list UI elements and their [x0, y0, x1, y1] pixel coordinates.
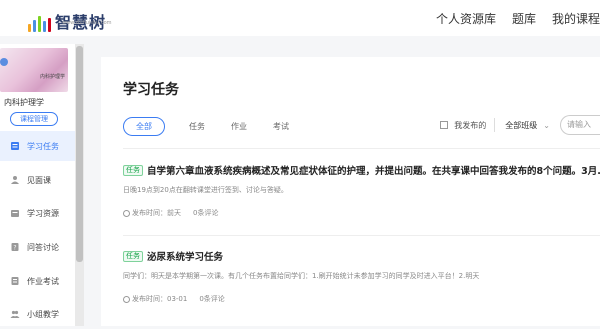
filter-tabs: 全部 任务 作业 考试: [123, 117, 315, 136]
page-title: 学习任务: [123, 82, 179, 98]
search-input[interactable]: 请输入: [560, 115, 600, 135]
tab-exam[interactable]: 考试: [273, 121, 289, 132]
logo-url: www.zhihuishu.com: [62, 20, 112, 26]
sidebar-scroll-thumb[interactable]: [76, 46, 83, 262]
course-name: 内科护理学: [4, 98, 44, 107]
tab-task[interactable]: 任务: [189, 121, 205, 132]
task-title[interactable]: 自学第六章血液系统疾病概述及常见症状体征的护理，并提出问题。在共享课中回答我发布…: [147, 163, 600, 177]
divider: [494, 118, 496, 132]
task-badge: 任务: [123, 164, 143, 176]
sidebar-item-label: 作业考试: [27, 276, 59, 286]
task-item[interactable]: 任务 泌尿系统学习任务 同学们：明天是本学期第一次课。有几个任务布置给同学们：1…: [123, 249, 600, 319]
clock-icon: [123, 295, 130, 303]
top-nav: 个人资源库 题库 我的课程: [420, 0, 600, 36]
logo-bars-icon: [28, 14, 51, 32]
clock-icon: [123, 209, 130, 217]
tab-all[interactable]: 全部: [123, 117, 165, 136]
sidebar-item-group[interactable]: 小组教学: [0, 299, 75, 329]
task-meta: 发布时间：03-01 0条评论: [123, 294, 225, 304]
folder-icon: [10, 208, 20, 218]
nav-question-bank[interactable]: 题库: [512, 10, 536, 27]
task-desc: 同学们：明天是本学期第一次课。有几个任务布置给同学们：1.刷开始统计未参加学习的…: [123, 272, 480, 280]
sidebar-item-label: 学习资源: [27, 208, 59, 218]
task-title-row: 任务 泌尿系统学习任务: [123, 249, 600, 263]
sidebar-item-discussion[interactable]: ? 问答讨论: [0, 232, 75, 262]
sidebar-item-resources[interactable]: 学习资源: [0, 198, 75, 228]
class-select[interactable]: 全部班级: [505, 120, 537, 131]
nav-my-courses[interactable]: 我的课程: [552, 10, 600, 27]
logo[interactable]: 智慧树: [28, 6, 106, 32]
sidebar-item-label: 学习任务: [27, 141, 59, 151]
divider: [123, 235, 600, 236]
task-published: 发布时间：前天: [132, 209, 181, 217]
task-badge: 任务: [123, 250, 143, 262]
sidebar-item-label: 小组教学: [27, 309, 59, 319]
task-desc: 日晚19点到20点在翻转课堂进行签到、讨论与答疑。: [123, 186, 288, 194]
task-meta: 发布时间：前天 0条评论: [123, 208, 218, 218]
task-comments[interactable]: 0条评论: [199, 294, 224, 304]
sidebar-item-exam[interactable]: 作业考试: [0, 266, 75, 296]
course-manage-button[interactable]: 课程管理: [10, 112, 58, 126]
task-published: 发布时间：03-01: [132, 295, 188, 303]
task-title[interactable]: 泌尿系统学习任务: [147, 249, 223, 263]
task-item[interactable]: 任务 自学第六章血液系统疾病概述及常见症状体征的护理，并提出问题。在共享课中回答…: [123, 163, 600, 233]
tab-homework[interactable]: 作业: [231, 121, 247, 132]
svg-text:?: ?: [13, 245, 16, 252]
my-published-label[interactable]: 我发布的: [454, 120, 486, 131]
top-bar: 智慧树 www.zhihuishu.com 个人资源库 题库 我的课程: [0, 0, 600, 36]
task-comments[interactable]: 0条评论: [193, 208, 218, 218]
sidebar-item-live-class[interactable]: 见面课: [0, 165, 75, 195]
filter-bar: 我发布的 全部班级 ⌄ 请输入: [440, 114, 600, 136]
person-icon: [10, 175, 20, 185]
nav-resource-library[interactable]: 个人资源库: [436, 10, 496, 27]
sidebar-item-label: 见面课: [27, 175, 51, 185]
exam-icon: [10, 276, 20, 286]
sidebar-item-label: 问答讨论: [27, 242, 59, 252]
cover-text: 内科护理学: [40, 74, 66, 80]
chevron-down-icon[interactable]: ⌄: [543, 121, 550, 130]
sidebar-item-tasks[interactable]: 学习任务: [0, 131, 75, 161]
task-list-icon: [10, 141, 20, 151]
task-title-row: 任务 自学第六章血液系统疾病概述及常见症状体征的护理，并提出问题。在共享课中回答…: [123, 163, 600, 177]
group-icon: [10, 309, 20, 319]
divider: [123, 148, 600, 149]
my-published-checkbox[interactable]: [440, 121, 449, 129]
course-cover[interactable]: 内科护理学: [0, 48, 68, 92]
home-icon: [0, 58, 8, 66]
discussion-icon: ?: [10, 242, 20, 252]
main-panel: 学习任务 全部 任务 作业 考试 我发布的 全部班级 ⌄ 请输入 任务 自学第六…: [101, 57, 600, 326]
